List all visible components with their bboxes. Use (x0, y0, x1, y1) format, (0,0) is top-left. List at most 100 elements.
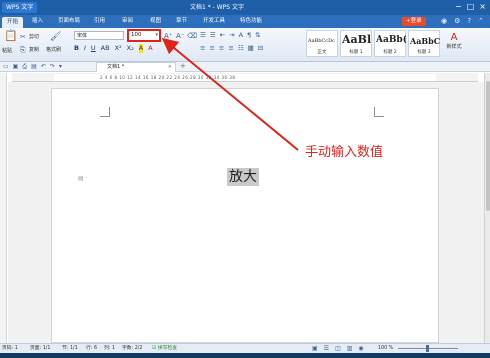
tab-review[interactable]: 审阅 (122, 17, 133, 26)
web-view-icon[interactable]: ◫ (335, 345, 341, 352)
sort-icon[interactable]: ⇅ (255, 31, 260, 40)
close-button[interactable]: × (479, 2, 486, 12)
style-heading-2[interactable]: AaBb( 标题 2 (374, 30, 406, 57)
underline-button[interactable]: U (91, 44, 96, 53)
new-tab-button[interactable]: + (180, 62, 186, 71)
save-icon[interactable]: ▣ (13, 63, 19, 71)
eye-icon[interactable]: ◉ (358, 345, 363, 352)
justify-icon[interactable]: ≡ (228, 44, 233, 53)
format-buttons: B I U AB X² X₂ A A (74, 44, 153, 53)
ruler-numbers: 2 4 6 8 10 12 14 16 18 20 22 24 26 28 30… (100, 75, 236, 80)
align-right-icon[interactable]: ≡ (219, 44, 224, 53)
maximize-button[interactable]: □ (467, 2, 475, 12)
bold-button[interactable]: B (74, 44, 79, 53)
document-workspace: ▤ · 放大 (8, 82, 484, 343)
superscript-button[interactable]: X² (115, 44, 122, 53)
print-icon[interactable]: ⎙ (22, 63, 27, 71)
clear-format-icon[interactable]: ⌫ (187, 32, 197, 40)
tab-insert[interactable]: 插入 (32, 17, 43, 26)
align-left-icon[interactable]: ≡ (200, 44, 205, 53)
zoom-level[interactable]: 100 % (378, 344, 393, 353)
zoom-slider[interactable] (398, 345, 458, 352)
ribbon: 📋 粘贴 ✂ 剪切 ⎘ 复制 🖌 格式刷 宋体 100 ▾ A⁺ A⁻ ⌫ B … (0, 28, 490, 62)
collapse-icon[interactable]: ⌃ (478, 17, 484, 26)
copy-button[interactable]: 复制 (29, 47, 39, 54)
app-menu-button[interactable]: WPS 文字 (2, 2, 38, 13)
chevron-down-icon[interactable]: ▾ (155, 31, 158, 40)
page-view-icon[interactable]: ▣ (312, 345, 318, 352)
status-col: 列: 1 (104, 346, 115, 351)
paragraph-mark-icon[interactable]: ¶ (247, 31, 251, 40)
horizontal-ruler[interactable]: 2 4 6 8 10 12 14 16 18 20 22 24 26 28 30… (12, 73, 478, 82)
reading-view-icon[interactable]: ▥ (347, 345, 353, 352)
document-page[interactable]: ▤ · 放大 (51, 88, 439, 343)
font-color-button[interactable]: A (148, 44, 152, 53)
copy-icon[interactable]: ⎘ (20, 46, 26, 54)
tab-developer[interactable]: 开发工具 (203, 17, 225, 26)
italic-button[interactable]: I (84, 44, 86, 53)
align-center-icon[interactable]: ≡ (209, 44, 214, 53)
tab-references[interactable]: 引用 (94, 17, 105, 26)
shrink-font-icon[interactable]: A⁻ (176, 32, 184, 40)
title-bar: WPS 文字 文档1 * - WPS 文字 − □ × (0, 0, 490, 15)
status-word-count: 字数: 2/2 (122, 346, 143, 351)
style-name: 标题 3 (417, 50, 431, 55)
border-icon[interactable]: ⊟ (258, 44, 263, 53)
increase-indent-icon[interactable]: ⇥ (229, 31, 234, 40)
tab-home[interactable]: 开始 (2, 17, 24, 28)
bullet-list-icon[interactable]: ☰ (200, 31, 206, 40)
tab-page-layout[interactable]: 页面布局 (58, 17, 80, 26)
status-section: 节: 1/1 (62, 346, 78, 351)
annotation-label: 手动输入数值 (305, 145, 384, 160)
outline-view-icon[interactable]: ☰ (324, 345, 329, 352)
vertical-ruler[interactable] (0, 73, 7, 343)
close-tab-icon[interactable]: × (168, 63, 172, 72)
vertical-scrollbar[interactable] (484, 73, 490, 343)
status-pages: 页面: 1/1 (30, 346, 51, 351)
font-name-select[interactable]: 宋体 (74, 31, 124, 40)
dropdown-icon[interactable]: ▾ (59, 63, 62, 71)
scrollbar-thumb[interactable] (486, 81, 490, 211)
status-row: 行: 6 (86, 346, 97, 351)
document-tab-title: 文档1 * (107, 64, 125, 70)
subscript-button[interactable]: X₂ (127, 44, 134, 53)
shading-icon[interactable]: ▦ (248, 44, 254, 53)
quick-access-icons: ▭ ▣ ⎙ ▤ ↶ ↷ ▾ (3, 63, 62, 71)
help-icon[interactable]: ? (467, 17, 471, 26)
strikethrough-button[interactable]: AB (101, 44, 110, 53)
style-normal[interactable]: AaBbCcDc 正文 (306, 30, 338, 57)
cut-button[interactable]: 剪切 (29, 34, 39, 41)
style-sample: AaBb( (376, 35, 406, 45)
scissors-icon[interactable]: ✂ (20, 33, 26, 41)
settings-icon[interactable]: ⚙ (454, 17, 460, 26)
format-painter-button[interactable]: 格式刷 (46, 47, 61, 54)
highlight-button[interactable]: A (138, 44, 144, 53)
signin-button[interactable]: +登录 (402, 17, 426, 26)
text-direction-icon[interactable]: A (239, 31, 243, 40)
font-size-input[interactable]: 100 ▾ (127, 29, 161, 42)
spell-check-toggle[interactable]: ☑ 拼写检查 (152, 344, 177, 353)
alert-icon[interactable]: ◉ (441, 17, 447, 26)
style-sample: AaBl (342, 33, 372, 46)
style-heading-3[interactable]: AaBbC 标题 3 (408, 30, 440, 57)
grow-font-icon[interactable]: A⁺ (164, 32, 172, 40)
folder-icon[interactable]: ▭ (3, 63, 9, 71)
minimize-button[interactable]: − (455, 2, 462, 12)
undo-icon[interactable]: ↶ (41, 63, 46, 71)
document-tab[interactable]: 文档1 * × (96, 62, 176, 72)
tab-view[interactable]: 视图 (150, 17, 161, 26)
selected-text[interactable]: 放大 (227, 168, 259, 186)
tab-features[interactable]: 特色功能 (240, 17, 262, 26)
new-style-button[interactable]: A 新样式 (442, 32, 466, 51)
paste-label[interactable]: 粘贴 (2, 48, 12, 55)
tab-section[interactable]: 章节 (176, 17, 187, 26)
decrease-indent-icon[interactable]: ⇤ (220, 31, 225, 40)
preview-icon[interactable]: ▤ (31, 63, 37, 71)
zoom-slider-knob[interactable] (426, 345, 429, 352)
format-painter-icon[interactable]: 🖌 (50, 33, 61, 42)
redo-icon[interactable]: ↷ (50, 63, 55, 71)
number-list-icon[interactable]: ☰ (210, 31, 216, 40)
paste-icon[interactable]: 📋 (4, 30, 18, 41)
line-spacing-icon[interactable]: ☷ (238, 44, 244, 53)
style-heading-1[interactable]: AaBl 标题 1 (340, 30, 372, 57)
